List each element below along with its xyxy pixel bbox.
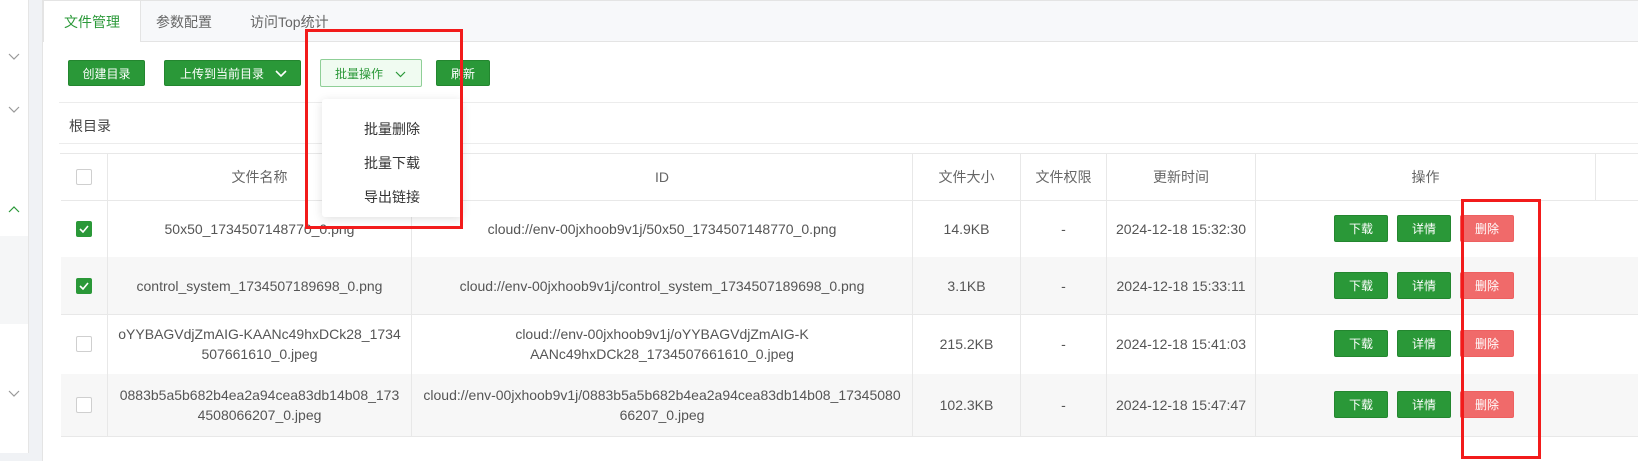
chevron-down-icon (275, 61, 287, 87)
file-id: cloud://env-00jxhoob9v1j/0883b5a5b682b4e… (412, 374, 913, 436)
file-permission: - (1021, 374, 1107, 436)
file-name: oYYBAGVdjZmAIG-KAANc49hxDCk28_1734507661… (108, 314, 412, 374)
batch-operation-button[interactable]: 批量操作 (320, 59, 422, 87)
header-actions: 操作 (1256, 154, 1596, 200)
menu-item-export-links[interactable]: 导出链接 (322, 187, 462, 207)
download-button[interactable]: 下载 (1334, 391, 1388, 418)
delete-button[interactable]: 删除 (1460, 391, 1514, 418)
file-table: 文件名称 ID 文件大小 文件权限 更新时间 操作 50x50_17345071… (60, 153, 1638, 437)
upload-button[interactable]: 上传到当前目录 (164, 60, 301, 86)
header-id: ID (412, 154, 913, 200)
menu-item-batch-download[interactable]: 批量下载 (322, 153, 462, 173)
update-time: 2024-12-18 15:32:30 (1107, 200, 1256, 257)
row-checkbox[interactable] (76, 397, 92, 413)
detail-button[interactable]: 详情 (1397, 272, 1451, 299)
chevron-down-icon[interactable] (6, 102, 22, 118)
tab-parameter-config[interactable]: 参数配置 (136, 1, 232, 41)
update-time: 2024-12-18 15:33:11 (1107, 257, 1256, 314)
download-button[interactable]: 下载 (1334, 272, 1388, 299)
checkmark-icon (79, 224, 89, 233)
file-manager-panel: 文件管理 参数配置 访问Top统计 创建目录 上传到当前目录 批量操作 刷新 批… (42, 0, 1638, 461)
checkmark-icon (79, 281, 89, 290)
file-permission: - (1021, 257, 1107, 314)
download-button[interactable]: 下载 (1334, 215, 1388, 242)
sidebar (0, 0, 29, 453)
delete-button[interactable]: 删除 (1460, 215, 1514, 242)
detail-button[interactable]: 详情 (1397, 330, 1451, 357)
row-checkbox[interactable] (76, 220, 92, 237)
tab-access-top-stats[interactable]: 访问Top统计 (230, 1, 349, 41)
sidebar-active-item[interactable] (0, 236, 28, 324)
breadcrumb-root[interactable]: 根目录 (69, 116, 111, 136)
update-time: 2024-12-18 15:41:03 (1107, 314, 1256, 374)
chevron-down-icon[interactable] (6, 386, 22, 402)
file-name: control_system_1734507189698_0.png (108, 257, 412, 314)
file-size: 215.2KB (913, 314, 1021, 374)
file-name: 0883b5a5b682b4ea2a94cea83db14b08_1734508… (108, 374, 412, 436)
breadcrumb: 根目录 (59, 102, 1638, 144)
chevron-down-icon (395, 60, 406, 88)
delete-button[interactable]: 删除 (1460, 272, 1514, 299)
refresh-button[interactable]: 刷新 (436, 60, 490, 86)
file-permission: - (1021, 200, 1107, 257)
table-row: oYYBAGVdjZmAIG-KAANc49hxDCk28_1734507661… (61, 314, 1638, 375)
row-checkbox[interactable] (76, 277, 92, 294)
delete-button[interactable]: 删除 (1460, 330, 1514, 357)
menu-item-batch-delete[interactable]: 批量删除 (322, 119, 462, 139)
tab-file-management[interactable]: 文件管理 (43, 1, 141, 42)
table-header: 文件名称 ID 文件大小 文件权限 更新时间 操作 (61, 154, 1638, 201)
file-permission: - (1021, 314, 1107, 374)
file-id: cloud://env-00jxhoob9v1j/oYYBAGVdjZmAIG-… (412, 314, 913, 374)
file-id: cloud://env-00jxhoob9v1j/control_system_… (412, 257, 913, 314)
header-file-permission: 文件权限 (1021, 154, 1107, 200)
tab-bar: 文件管理 参数配置 访问Top统计 (43, 1, 1638, 42)
batch-operation-label: 批量操作 (335, 67, 384, 81)
detail-button[interactable]: 详情 (1397, 215, 1451, 242)
chevron-down-icon[interactable] (6, 49, 22, 65)
select-all-checkbox[interactable] (76, 169, 92, 185)
upload-button-label: 上传到当前目录 (180, 67, 265, 81)
header-file-size: 文件大小 (913, 154, 1021, 200)
create-directory-button[interactable]: 创建目录 (68, 60, 145, 86)
file-size: 102.3KB (913, 374, 1021, 436)
header-update-time: 更新时间 (1107, 154, 1256, 200)
file-size: 14.9KB (913, 200, 1021, 257)
detail-button[interactable]: 详情 (1397, 391, 1451, 418)
file-id: cloud://env-00jxhoob9v1j/50x50_173450714… (412, 200, 913, 257)
update-time: 2024-12-18 15:47:47 (1107, 374, 1256, 436)
table-row: 0883b5a5b682b4ea2a94cea83db14b08_1734508… (61, 374, 1638, 437)
batch-operation-menu: 批量删除 批量下载 导出链接 (322, 99, 462, 217)
download-button[interactable]: 下载 (1334, 330, 1388, 357)
table-row: 50x50_1734507148770_0.png cloud://env-00… (61, 200, 1638, 258)
table-row: control_system_1734507189698_0.png cloud… (61, 257, 1638, 315)
file-size: 3.1KB (913, 257, 1021, 314)
chevron-up-icon[interactable] (6, 201, 22, 217)
row-checkbox[interactable] (76, 336, 92, 352)
